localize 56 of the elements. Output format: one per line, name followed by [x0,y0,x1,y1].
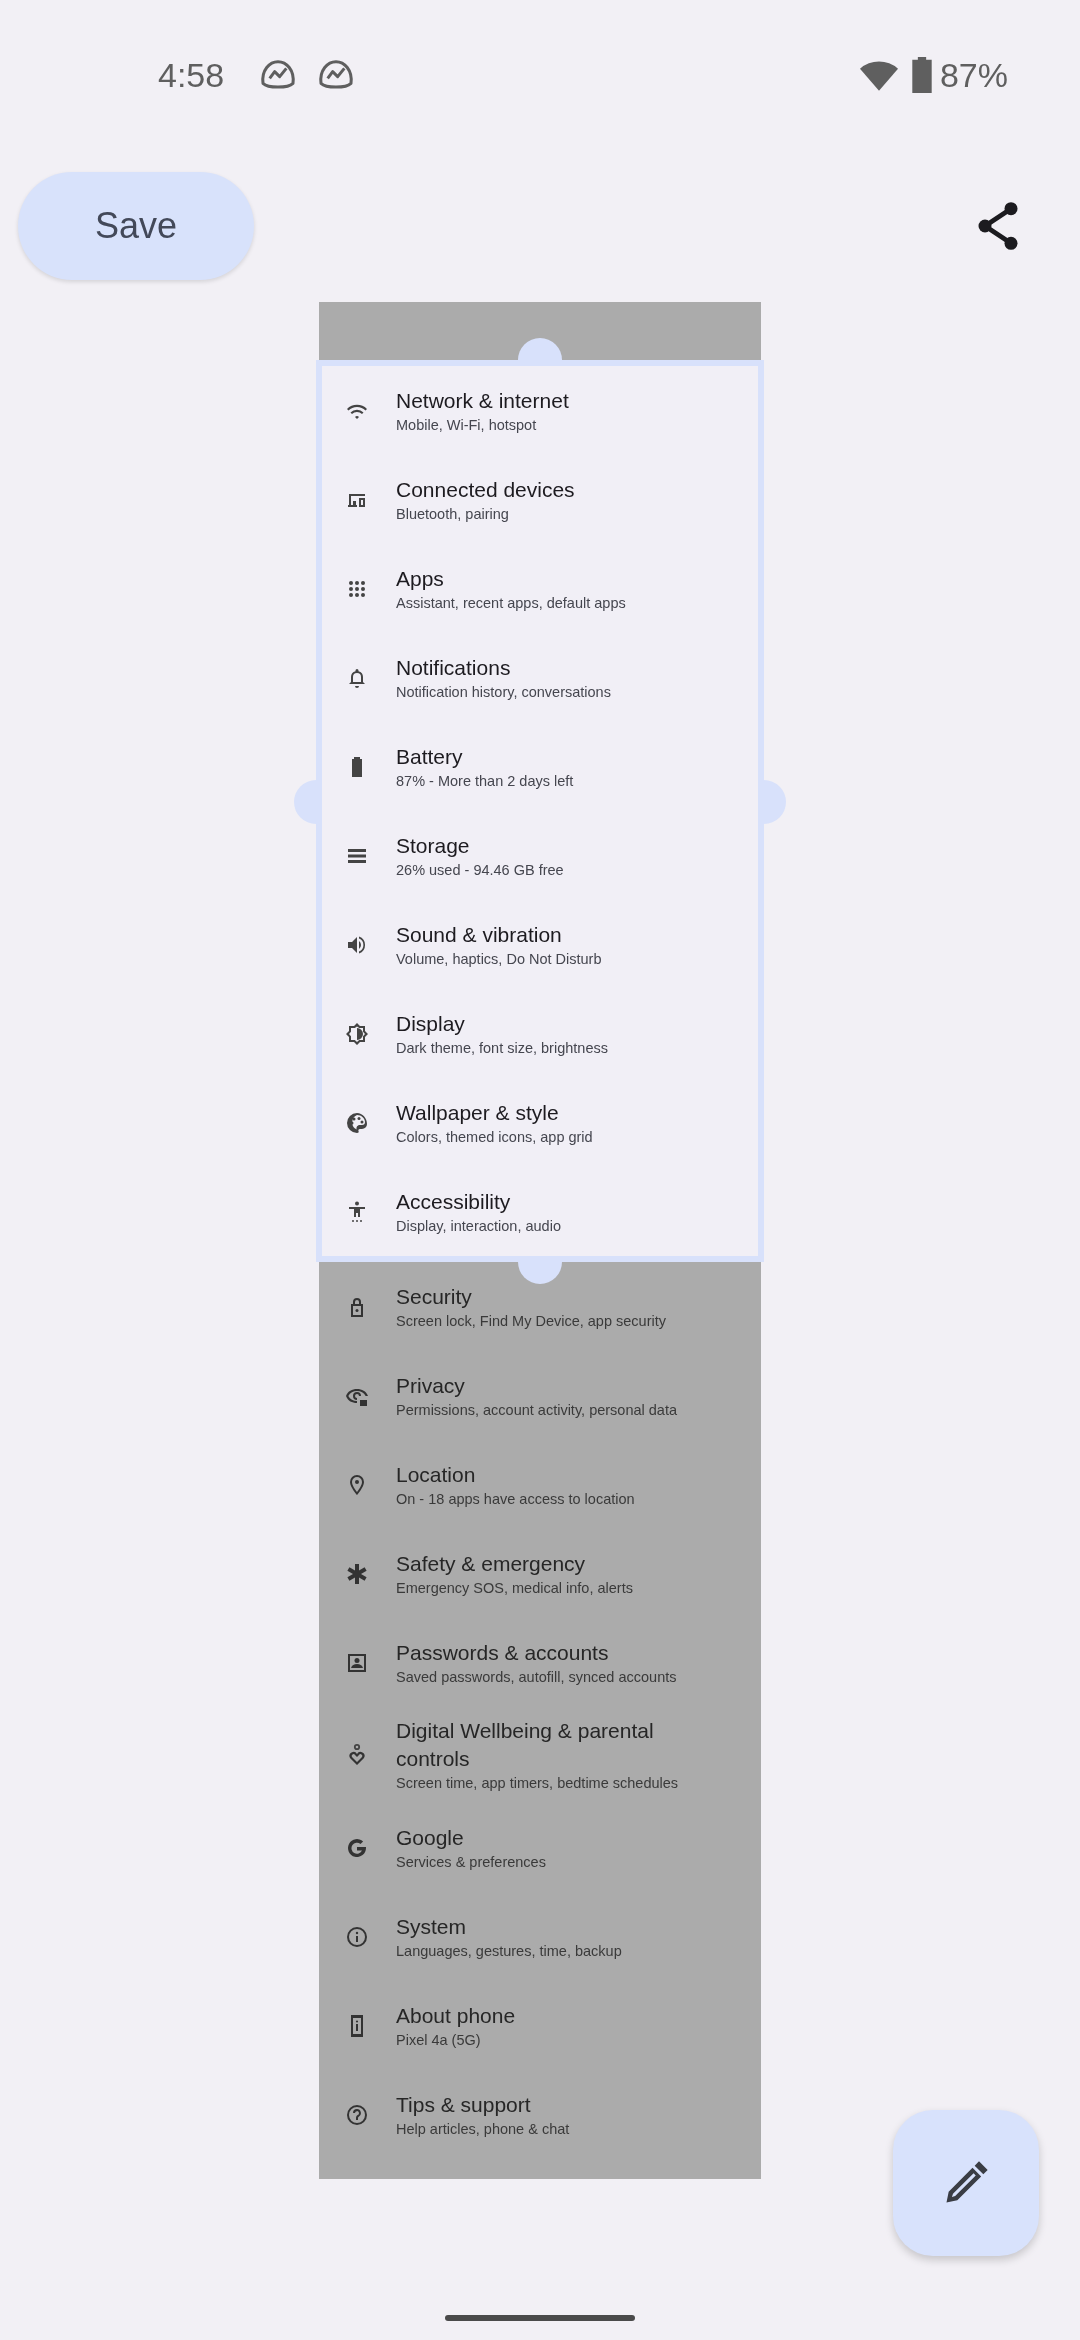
setting-subtitle: Pixel 4a (5G) [396,2030,482,2050]
battery-percentage: 87% [939,55,1008,95]
crop-handle[interactable] [764,780,786,824]
setting-title: Sound & vibration [396,921,563,948]
setting-title: Safety & emergency [396,1550,587,1577]
battery-icon [911,57,932,93]
setting-subtitle: Screen time, app timers, bedtime schedules [396,1774,680,1793]
setting-subtitle: Notification history, conversations [396,682,611,702]
setting-title: Connected devices [396,476,575,503]
palette-icon [345,1110,369,1135]
setting-title: Tips & support [396,2091,532,2118]
setting-subtitle: 26% used - 94.46 GB free [396,860,564,880]
setting-subtitle: Saved passwords, autofill, synced accounts [396,1667,677,1687]
brightness-icon [345,1021,369,1046]
setting-title: Security [396,1283,473,1310]
setting-title: Digital Wellbeing & parental controls [396,1718,655,1772]
setting-subtitle: Permissions, account activity, personal data [396,1400,677,1420]
crop-handle[interactable] [518,338,562,360]
setting-title: Battery [396,743,464,770]
gesture-bar[interactable] [445,2315,635,2321]
crop-frame[interactable] [316,360,764,1262]
crop-handle[interactable] [294,780,316,824]
setting-title: Privacy [396,1372,466,1399]
asterisk-icon [345,1561,369,1586]
help-icon [345,2102,369,2127]
wifi-icon [859,59,898,91]
setting-title: Wallpaper & style [396,1099,560,1126]
status-time: 4:58 [158,55,225,95]
setting-subtitle: Mobile, Wi-Fi, hotspot [396,415,538,435]
setting-subtitle: Display, interaction, audio [396,1216,561,1236]
setting-title: Display [396,1010,466,1037]
setting-subtitle: 87% - More than 2 days left [396,771,574,791]
setting-subtitle: On - 18 apps have access to location [396,1489,635,1509]
setting-subtitle: Help articles, phone & chat [396,2119,570,2139]
setting-title: About phone [396,2002,516,2029]
setting-title: Passwords & accounts [396,1639,610,1666]
setting-title: Location [396,1461,477,1488]
info-icon [345,1924,369,1949]
setting-title: Notifications [396,654,512,681]
setting-subtitle: Assistant, recent apps, default apps [396,593,626,613]
setting-subtitle: Languages, gestures, time, backup [396,1941,622,1961]
setting-subtitle: Bluetooth, pairing [396,504,510,524]
save-button[interactable]: Save [18,172,254,280]
setting-subtitle: Dark theme, font size, brightness [396,1038,608,1058]
setting-title: Storage [396,832,471,859]
setting-title: Apps [396,565,445,592]
setting-subtitle: Emergency SOS, medical info, alerts [396,1578,633,1598]
setting-subtitle: Screen lock, Find My Device, app security [396,1311,666,1331]
setting-title: Google [396,1824,465,1851]
setting-subtitle: Colors, themed icons, app grid [396,1127,593,1147]
setting-title: Accessibility [396,1188,512,1215]
setting-subtitle: Volume, haptics, Do Not Disturb [396,949,602,969]
setting-title: System [396,1913,467,1940]
edit-button[interactable] [893,2110,1039,2256]
setting-subtitle: Services & preferences [396,1852,546,1872]
setting-title: Network & internet [396,387,569,414]
